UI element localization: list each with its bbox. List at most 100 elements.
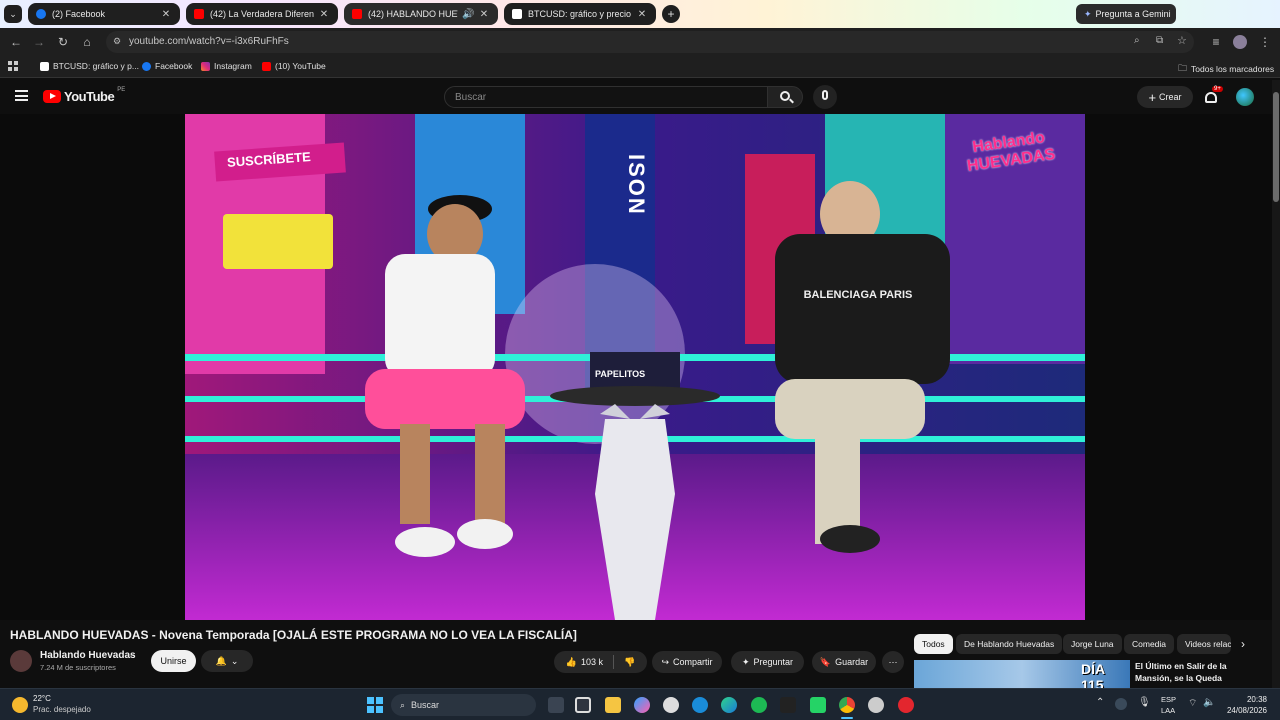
- like-dislike-group: 👍 103 k 👎: [554, 651, 647, 673]
- close-icon[interactable]: ✕: [318, 9, 330, 20]
- channel-name[interactable]: Hablando Huevadas: [40, 650, 136, 661]
- tab-facebook[interactable]: (2) Facebook ✕: [28, 3, 180, 25]
- chip-related[interactable]: Videos relac: [1177, 634, 1231, 654]
- facebook-icon: [142, 61, 151, 71]
- profile-avatar[interactable]: [1233, 35, 1247, 49]
- cortana-icon[interactable]: [692, 697, 708, 713]
- chip-jorge-luna[interactable]: Jorge Luna: [1063, 634, 1122, 654]
- chatgpt-app-icon[interactable]: [868, 697, 884, 713]
- bookmark-label: BTCUSD: gráfico y p...: [53, 61, 139, 71]
- gemini-button[interactable]: ✦ Pregunta a Gemini: [1076, 4, 1176, 24]
- bookmarks-bar: BTCUSD: gráfico y p... Facebook Instagra…: [0, 56, 1280, 78]
- chevron-up-icon[interactable]: ⌃: [1096, 697, 1104, 708]
- language-code[interactable]: ESP: [1161, 695, 1176, 704]
- weather-temp: 22°C: [33, 694, 51, 703]
- media-controls-icon[interactable]: ≡: [1208, 34, 1224, 50]
- tab-label: (2) Facebook: [52, 9, 106, 19]
- store-icon[interactable]: [575, 697, 591, 713]
- thumbs-down-icon: 👎: [624, 656, 636, 667]
- bookmark-tradingview[interactable]: BTCUSD: gráfico y p...: [40, 61, 139, 71]
- taskbar-search-label: Buscar: [411, 700, 440, 710]
- wifi-icon[interactable]: ⌔: [1188, 697, 1197, 710]
- share-label: Compartir: [673, 657, 713, 667]
- close-icon[interactable]: ✕: [478, 9, 490, 20]
- chevron-down-icon: ⌄: [230, 655, 239, 666]
- chip-comedy[interactable]: Comedia: [1124, 634, 1175, 654]
- site-info-icon[interactable]: ⚙: [113, 36, 121, 47]
- notification-bell-button[interactable]: 🔔 ⌄: [201, 650, 253, 672]
- like-button[interactable]: 👍 103 k: [566, 657, 603, 668]
- whatsapp-icon[interactable]: [810, 697, 826, 713]
- microphone-button[interactable]: [813, 85, 837, 109]
- copilot-icon[interactable]: [634, 697, 650, 713]
- reload-icon[interactable]: ↻: [55, 34, 71, 50]
- network-app-icon[interactable]: [1115, 698, 1127, 710]
- close-icon[interactable]: ✕: [160, 9, 172, 20]
- forward-arrow-icon[interactable]: →: [31, 34, 47, 50]
- back-arrow-icon[interactable]: ←: [8, 34, 24, 50]
- active-app-indicator: [841, 717, 853, 719]
- all-bookmarks[interactable]: 🗀 Todos los marcadores: [1178, 61, 1274, 77]
- facebook-icon: [36, 9, 46, 19]
- bell-icon: 🔔: [215, 655, 227, 666]
- ask-button[interactable]: ✦ Preguntar: [731, 651, 804, 673]
- search-icon: ⌕: [400, 699, 406, 710]
- star-icon[interactable]: ☆: [1177, 34, 1187, 47]
- microphone-icon[interactable]: 🎙: [1138, 697, 1151, 708]
- bookmark-facebook[interactable]: Facebook: [142, 61, 192, 71]
- scrollbar-thumb[interactable]: [1273, 92, 1279, 202]
- task-view-icon[interactable]: [548, 697, 564, 713]
- taskbar-search[interactable]: ⌕ Buscar: [391, 694, 536, 716]
- dislike-button[interactable]: 👎: [624, 657, 635, 668]
- hamburger-menu-icon[interactable]: [15, 90, 28, 101]
- tab-youtube-active[interactable]: (42) HABLANDO HUEVADA 🔊 ✕: [344, 3, 498, 25]
- search-input[interactable]: Buscar: [444, 86, 768, 108]
- chip-all[interactable]: Todos: [914, 634, 953, 654]
- notification-badge: 9+: [1212, 86, 1223, 92]
- cast-icon[interactable]: ⧉: [1156, 35, 1163, 46]
- tradingview-icon: [40, 61, 49, 71]
- save-button[interactable]: 🔖 Guardar: [812, 651, 876, 673]
- apple-tv-icon[interactable]: [780, 697, 796, 713]
- chip-channel[interactable]: De Hablando Huevadas: [956, 634, 1063, 654]
- share-button[interactable]: ↪ Compartir: [652, 651, 722, 673]
- weather-icon[interactable]: [12, 697, 28, 713]
- join-button[interactable]: Unirse: [151, 650, 196, 672]
- home-icon[interactable]: ⌂: [79, 34, 95, 50]
- more-actions-button[interactable]: ⋯: [882, 651, 904, 673]
- new-tab-button[interactable]: +: [662, 5, 680, 23]
- windows-start-icon[interactable]: [367, 697, 383, 713]
- tab-youtube-1[interactable]: (42) La Verdadera Diferencia Ent ✕: [186, 3, 338, 25]
- browser-toolbar: ← → ↻ ⌂ ⚙ youtube.com/watch?v=-i3x6RuFhF…: [0, 28, 1280, 56]
- app-red-icon[interactable]: [898, 697, 914, 713]
- youtube-logo[interactable]: YouTube PE: [43, 87, 125, 104]
- notifications-button[interactable]: 9+: [1204, 86, 1223, 106]
- channel-avatar[interactable]: [10, 650, 32, 672]
- close-icon[interactable]: ✕: [636, 9, 648, 20]
- search-button[interactable]: [767, 86, 803, 108]
- chrome-icon[interactable]: [839, 697, 855, 713]
- apps-grid-icon[interactable]: [8, 61, 18, 71]
- tab-search-button[interactable]: ⌄: [4, 5, 22, 23]
- menu-icon[interactable]: ⋮: [1257, 34, 1273, 50]
- create-button[interactable]: + Crear: [1137, 86, 1193, 108]
- file-explorer-icon[interactable]: [605, 697, 621, 713]
- recommendation-thumbnail[interactable]: DÍA 115: [914, 660, 1130, 688]
- address-bar[interactable]: ⚙ youtube.com/watch?v=-i3x6RuFhFs ⌕ ⧉ ☆: [106, 31, 1194, 53]
- video-player[interactable]: SUSCRÍBETE ISON Hablando HUEVADAS PAPELI…: [185, 114, 1085, 620]
- chevron-right-icon[interactable]: ›: [1241, 637, 1245, 651]
- youtube-icon: [262, 61, 271, 71]
- clock-time[interactable]: 20:38: [1225, 695, 1267, 704]
- chatgpt-icon[interactable]: [663, 697, 679, 713]
- speaker-icon[interactable]: 🔊: [462, 9, 474, 20]
- edge-icon[interactable]: [721, 697, 737, 713]
- bookmark-instagram[interactable]: Instagram: [201, 61, 252, 71]
- bookmark-youtube[interactable]: (10) YouTube: [262, 61, 326, 71]
- speaker-icon[interactable]: 🔈: [1203, 697, 1215, 708]
- account-avatar[interactable]: [1236, 88, 1254, 106]
- spotify-icon[interactable]: [751, 697, 767, 713]
- tab-tradingview[interactable]: BTCUSD: gráfico y precio del Bi ✕: [504, 3, 656, 25]
- zoom-icon[interactable]: ⌕: [1134, 35, 1140, 46]
- clock-date[interactable]: 24/08/2026: [1220, 706, 1267, 715]
- recommendation-title[interactable]: El Último en Salir de la Mansión, se la …: [1135, 660, 1260, 684]
